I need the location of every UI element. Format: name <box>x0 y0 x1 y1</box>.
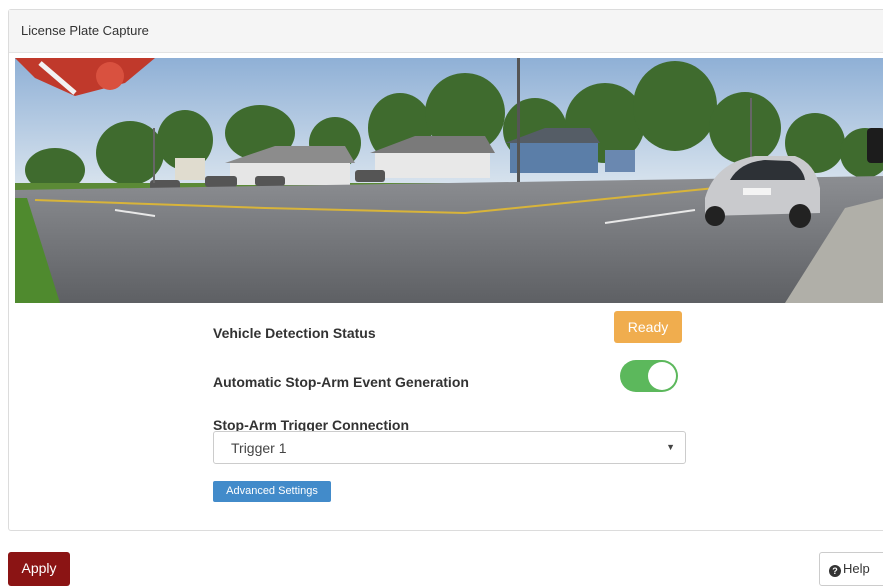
panel-title: License Plate Capture <box>21 23 149 38</box>
camera-preview-image <box>15 58 883 303</box>
auto-stop-arm-label: Automatic Stop-Arm Event Generation <box>213 374 469 390</box>
caret-down-icon: ▼ <box>666 442 675 452</box>
detection-status-badge: Ready <box>614 311 682 343</box>
vehicle-detection-status-label: Vehicle Detection Status <box>213 325 376 341</box>
advanced-settings-button[interactable]: Advanced Settings <box>213 481 331 502</box>
question-circle-icon: ? <box>829 565 841 577</box>
help-label: Help <box>843 561 870 576</box>
apply-button[interactable]: Apply <box>8 552 70 586</box>
trigger-selected-value: Trigger 1 <box>231 440 287 456</box>
help-button[interactable]: ? Help <box>819 552 883 586</box>
panel-header: License Plate Capture <box>9 10 883 53</box>
toggle-knob <box>648 362 676 390</box>
trigger-connection-select[interactable]: Trigger 1 ▼ <box>213 431 686 464</box>
auto-stop-arm-toggle[interactable] <box>620 360 678 392</box>
